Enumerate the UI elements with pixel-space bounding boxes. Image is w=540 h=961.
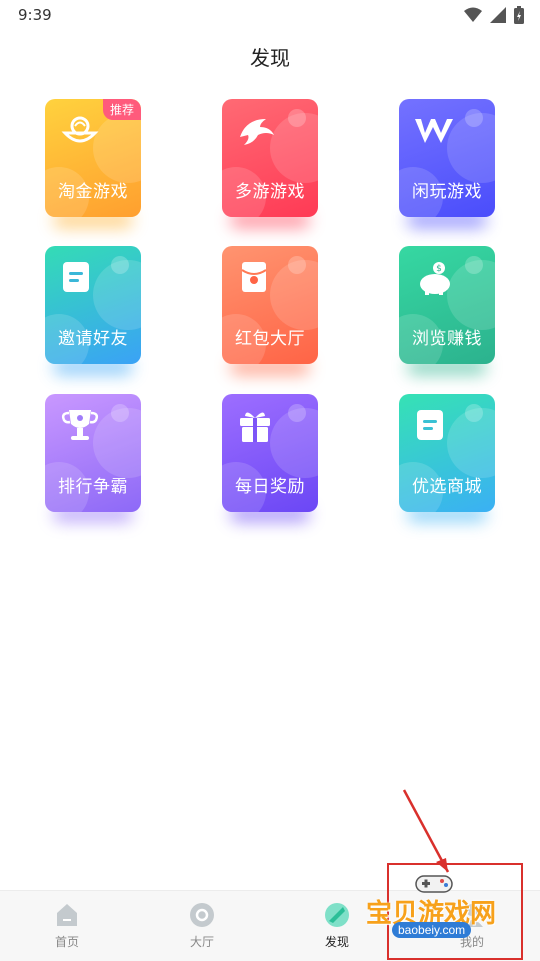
tile-label: 多游游戏	[235, 182, 305, 202]
tile-red-packet-hall[interactable]: 红包大厅	[222, 246, 318, 364]
decor	[111, 256, 129, 274]
tile-label: 排行争霸	[58, 477, 128, 497]
recommend-badge: 推荐	[102, 99, 141, 120]
note-icon	[417, 410, 443, 440]
tile-label: 淘金游戏	[58, 182, 128, 202]
tile-daily-reward[interactable]: 每日奖励	[222, 394, 318, 512]
nav-label: 大厅	[189, 935, 214, 949]
decor	[288, 256, 306, 274]
decor	[288, 109, 306, 127]
xw-logo-icon	[415, 119, 453, 143]
tile-label: 闲玩游戏	[412, 182, 482, 202]
tile-label: 邀请好友	[58, 329, 128, 349]
nav-item-discover[interactable]: 发现	[297, 901, 377, 950]
piggy-bank-icon: $	[420, 262, 450, 295]
tile-duoyou-games[interactable]: 多游游戏	[222, 99, 318, 217]
decor	[465, 256, 483, 274]
feature-grid: 推荐 淘金游戏 多游游戏 闲玩游戏 邀请好友 红包大厅 $ 浏览赚钱 排行争霸 …	[0, 0, 540, 540]
gift-icon	[240, 412, 270, 442]
watermark-subtitle: baobeiy.com	[392, 922, 472, 938]
tile-ranking[interactable]: 排行争霸	[45, 394, 141, 512]
trophy-icon	[61, 410, 99, 440]
coin-bowl-icon	[61, 116, 99, 143]
nav-label: 发现	[324, 935, 349, 949]
nav-item-home[interactable]: 首页	[27, 901, 107, 950]
tile-label: 优选商城	[412, 477, 482, 497]
decor	[465, 404, 483, 422]
tile-browse-earn[interactable]: $ 浏览赚钱	[399, 246, 495, 364]
svg-text:$: $	[436, 264, 442, 274]
decor	[465, 109, 483, 127]
tile-label: 每日奖励	[235, 477, 305, 497]
tile-label: 红包大厅	[235, 329, 305, 349]
decor	[111, 404, 129, 422]
red-packet-icon	[241, 262, 267, 292]
tile-invite-friends[interactable]: 邀请好友	[45, 246, 141, 364]
nav-label: 首页	[54, 935, 79, 949]
tile-xianwan-games[interactable]: 闲玩游戏	[399, 99, 495, 217]
discover-icon	[325, 903, 349, 927]
tile-taojin-games[interactable]: 推荐 淘金游戏	[45, 99, 141, 217]
home-icon	[57, 904, 77, 926]
hall-icon	[190, 903, 214, 927]
tile-label: 浏览赚钱	[412, 329, 482, 349]
nav-item-hall[interactable]: 大厅	[162, 901, 242, 950]
decor	[288, 404, 306, 422]
tile-preferred-mall[interactable]: 优选商城	[399, 394, 495, 512]
note-icon	[63, 262, 89, 292]
dolphin-icon	[240, 119, 274, 145]
